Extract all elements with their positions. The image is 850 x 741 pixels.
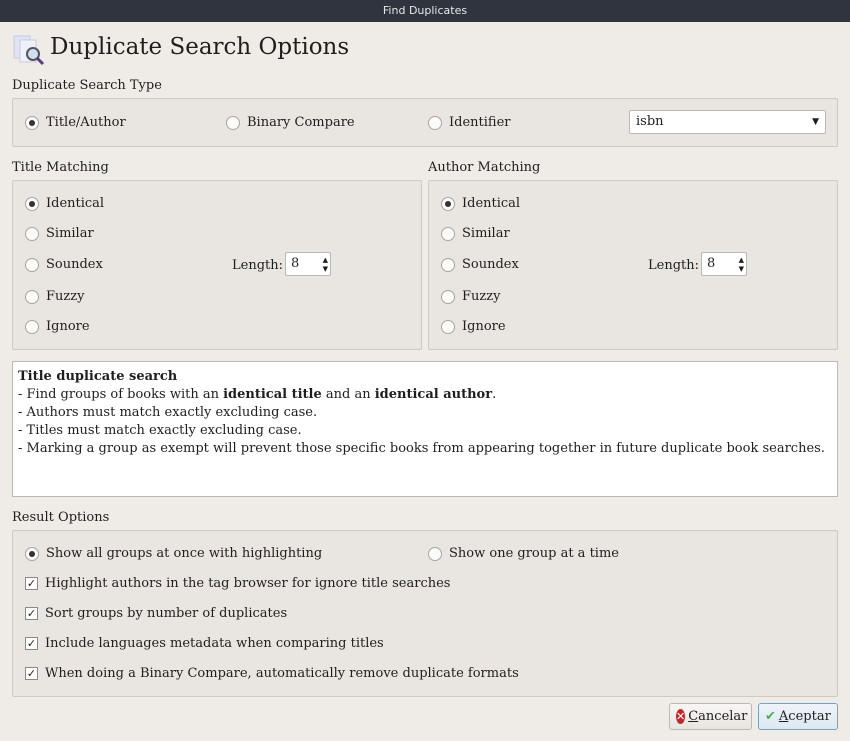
result-options-label: Result Options (12, 510, 110, 525)
title-soundex[interactable]: Soundex (25, 257, 103, 272)
description-line: - Find groups of books with an identical… (18, 387, 497, 402)
title-similar[interactable]: Similar (25, 226, 94, 241)
duplicate-search-icon (13, 35, 45, 66)
checkmark-icon: ✔ (765, 709, 776, 724)
search-type-label: Duplicate Search Type (12, 78, 162, 93)
author-identical[interactable]: Identical (441, 196, 520, 211)
identifier-select[interactable]: isbn ▼ (629, 110, 826, 134)
cancel-button[interactable]: ✕ Cancelar (669, 703, 752, 730)
checkbox-remove-duplicate-formats[interactable]: ✓ When doing a Binary Compare, automatica… (25, 666, 519, 681)
author-matching-label: Author Matching (428, 160, 541, 175)
author-soundex[interactable]: Soundex (441, 257, 519, 272)
accept-button[interactable]: ✔ Aceptar (758, 703, 838, 730)
description-line: - Marking a group as exempt will prevent… (18, 441, 825, 456)
author-ignore[interactable]: Ignore (441, 319, 506, 334)
checkbox-highlight-authors[interactable]: ✓ Highlight authors in the tag browser fo… (25, 576, 450, 591)
author-fuzzy[interactable]: Fuzzy (441, 289, 500, 304)
description-line: - Titles must match exactly excluding ca… (18, 423, 302, 438)
title-matching-label: Title Matching (12, 160, 109, 175)
author-length-label: Length: (648, 258, 699, 273)
title-length-spinner[interactable]: 8 ▲ ▼ (285, 252, 331, 276)
radio-binary-compare[interactable]: Binary Compare (226, 115, 355, 130)
page-title: Duplicate Search Options (50, 34, 350, 60)
title-length-label: Length: (232, 258, 283, 273)
title-fuzzy[interactable]: Fuzzy (25, 289, 84, 304)
radio-show-all-groups[interactable]: Show all groups at once with highlightin… (25, 546, 322, 561)
window-title: Find Duplicates (0, 0, 850, 22)
title-identical[interactable]: Identical (25, 196, 104, 211)
description-line: - Authors must match exactly excluding c… (18, 405, 318, 420)
checkbox-include-languages[interactable]: ✓ Include languages metadata when compari… (25, 636, 384, 651)
description-box: Title duplicate search - Find groups of … (12, 361, 838, 497)
description-title: Title duplicate search (18, 369, 178, 384)
author-similar[interactable]: Similar (441, 226, 510, 241)
radio-identifier[interactable]: Identifier (428, 115, 510, 130)
radio-show-one-group[interactable]: Show one group at a time (428, 546, 619, 561)
author-length-spinner[interactable]: 8 ▲ ▼ (701, 252, 747, 276)
title-ignore[interactable]: Ignore (25, 319, 90, 334)
checkbox-sort-groups[interactable]: ✓ Sort groups by number of duplicates (25, 606, 287, 621)
cancel-icon: ✕ (676, 709, 686, 724)
radio-title-author[interactable]: Title/Author (25, 115, 126, 130)
chevron-down-icon: ▼ (812, 117, 819, 127)
